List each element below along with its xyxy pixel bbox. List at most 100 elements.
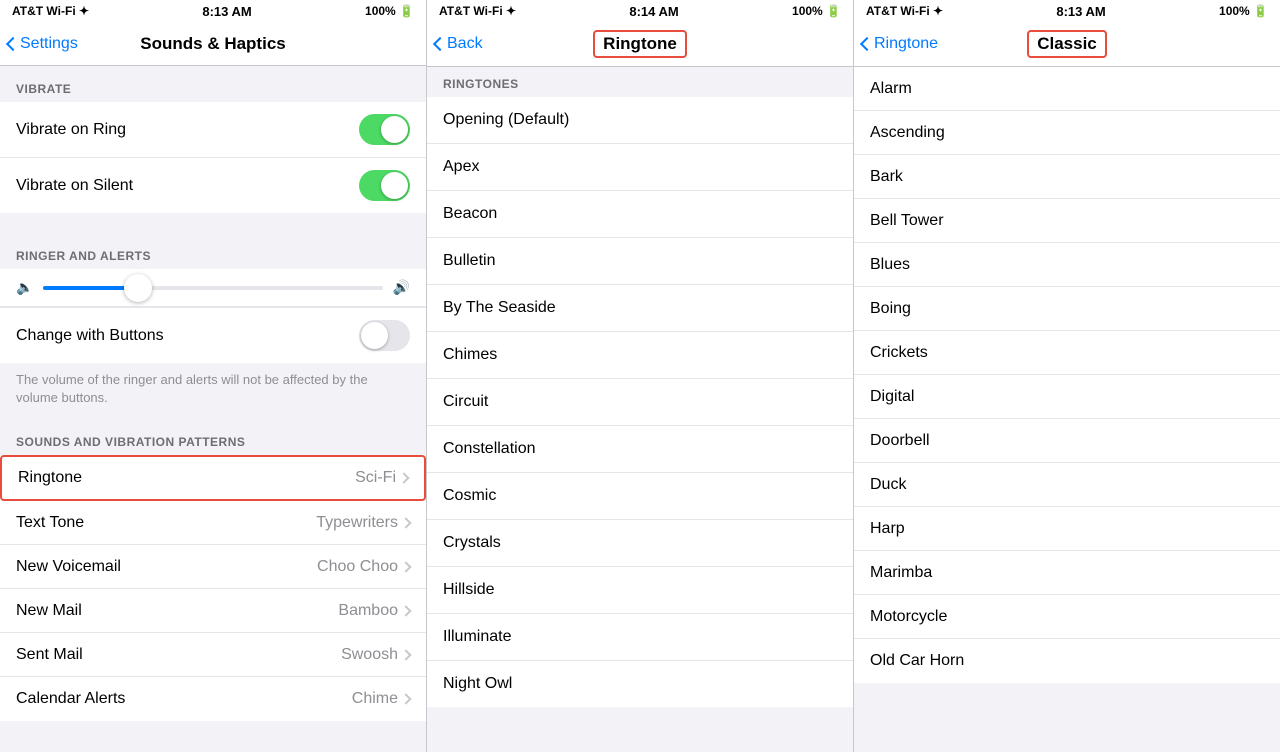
ringtone-list-item[interactable]: Beacon bbox=[427, 191, 853, 238]
change-with-buttons-item[interactable]: Change with Buttons bbox=[0, 307, 426, 363]
back-label-1: Settings bbox=[20, 35, 78, 53]
ringtone-item-label: By The Seaside bbox=[443, 299, 556, 317]
status-left-3: AT&T Wi-Fi ✦ bbox=[866, 4, 943, 18]
vibrate-list: Vibrate on Ring Vibrate on Silent bbox=[0, 102, 426, 213]
ringtone-list-item[interactable]: Apex bbox=[427, 144, 853, 191]
classic-item-label: Blues bbox=[870, 256, 910, 274]
classic-list-item[interactable]: Ascending bbox=[854, 111, 1280, 155]
ringtone-list-item[interactable]: Crystals bbox=[427, 520, 853, 567]
volume-slider-area[interactable]: 🔈 🔊 bbox=[0, 269, 426, 307]
carrier-3: AT&T Wi-Fi ✦ bbox=[866, 4, 943, 18]
classic-list-item[interactable]: Motorcycle bbox=[854, 595, 1280, 639]
ringtone-list-item[interactable]: Night Owl bbox=[427, 661, 853, 707]
volume-low-icon: 🔈 bbox=[16, 279, 33, 296]
new-voicemail-label: New Voicemail bbox=[16, 558, 121, 576]
ringtone-item-label: Circuit bbox=[443, 393, 488, 411]
classic-list-item[interactable]: Boing bbox=[854, 287, 1280, 331]
classic-item-label: Boing bbox=[870, 300, 911, 318]
text-tone-item[interactable]: Text Tone Typewriters bbox=[0, 501, 426, 545]
classic-list-item[interactable]: Bell Tower bbox=[854, 199, 1280, 243]
status-bar-3: AT&T Wi-Fi ✦ 8:13 AM 100% 🔋 bbox=[854, 0, 1280, 22]
back-button-3[interactable]: Ringtone bbox=[862, 35, 938, 53]
classic-list-item[interactable]: Marimba bbox=[854, 551, 1280, 595]
classic-list-item[interactable]: Blues bbox=[854, 243, 1280, 287]
calendar-alerts-item[interactable]: Calendar Alerts Chime bbox=[0, 677, 426, 721]
content-2: RINGTONES Opening (Default) ApexBeaconBul… bbox=[427, 67, 853, 752]
classics-list: Alarm Ascending Bark Bell Tower Blues Boing Cr… bbox=[854, 67, 1280, 683]
change-with-buttons-toggle[interactable] bbox=[359, 320, 410, 351]
classic-item-label: Motorcycle bbox=[870, 608, 947, 626]
classic-item-label: Old Car Horn bbox=[870, 652, 964, 670]
ringer-list: 🔈 🔊 Change with Buttons bbox=[0, 269, 426, 363]
volume-slider-track[interactable] bbox=[43, 286, 382, 290]
classic-list-item[interactable]: Alarm bbox=[854, 67, 1280, 111]
classic-list-item[interactable]: Harp bbox=[854, 507, 1280, 551]
ringtones-section-label: RINGTONES bbox=[427, 67, 853, 97]
sent-mail-item[interactable]: Sent Mail Swoosh bbox=[0, 633, 426, 677]
new-mail-item[interactable]: New Mail Bamboo bbox=[0, 589, 426, 633]
ringtone-list-item[interactable]: Bulletin bbox=[427, 238, 853, 285]
ringtone-item-label: Crystals bbox=[443, 534, 501, 552]
calendar-alerts-label: Calendar Alerts bbox=[16, 690, 125, 708]
classic-item-label: Harp bbox=[870, 520, 905, 538]
classic-item-label: Bell Tower bbox=[870, 212, 944, 230]
new-voicemail-chevron bbox=[400, 561, 411, 572]
back-button-2[interactable]: Back bbox=[435, 35, 483, 53]
gap-1 bbox=[0, 213, 426, 233]
nav-bar-3: Ringtone Classic bbox=[854, 22, 1280, 67]
back-label-2: Back bbox=[447, 35, 483, 53]
vibrate-ring-toggle[interactable] bbox=[359, 114, 410, 145]
vibrate-silent-toggle[interactable] bbox=[359, 170, 410, 201]
cwb-note: The volume of the ringer and alerts will… bbox=[0, 363, 426, 419]
battery-1: 100% 🔋 bbox=[365, 4, 414, 18]
new-voicemail-item[interactable]: New Voicemail Choo Choo bbox=[0, 545, 426, 589]
vibrate-ring-label: Vibrate on Ring bbox=[16, 121, 126, 139]
ringtones-list: Opening (Default) ApexBeaconBulletin By Th… bbox=[427, 97, 853, 707]
nav-title-3: Classic bbox=[1027, 30, 1107, 58]
text-tone-label: Text Tone bbox=[16, 514, 84, 532]
ringtone-list-item[interactable]: Opening (Default) bbox=[427, 97, 853, 144]
calendar-alerts-value: Chime bbox=[352, 690, 410, 708]
ringtone-item-label: Hillside bbox=[443, 581, 495, 599]
classic-item-label: Doorbell bbox=[870, 432, 930, 450]
carrier-2: AT&T Wi-Fi ✦ bbox=[439, 4, 516, 18]
ringtone-list-item[interactable]: Constellation bbox=[427, 426, 853, 473]
panel-classic: AT&T Wi-Fi ✦ 8:13 AM 100% 🔋 Ringtone Cla… bbox=[854, 0, 1280, 752]
classic-list-item[interactable]: Crickets bbox=[854, 331, 1280, 375]
volume-slider-thumb[interactable] bbox=[124, 274, 152, 302]
vibrate-section-header: VIBRATE bbox=[0, 66, 426, 102]
classic-list-item[interactable]: Duck bbox=[854, 463, 1280, 507]
vibrate-ring-item[interactable]: Vibrate on Ring bbox=[0, 102, 426, 158]
status-left-2: AT&T Wi-Fi ✦ bbox=[439, 4, 516, 18]
change-with-buttons-label: Change with Buttons bbox=[16, 327, 164, 345]
text-tone-chevron bbox=[400, 517, 411, 528]
new-voicemail-value: Choo Choo bbox=[317, 558, 410, 576]
calendar-alerts-chevron bbox=[400, 694, 411, 705]
ringtone-list-item[interactable]: Hillside bbox=[427, 567, 853, 614]
classic-item-label: Digital bbox=[870, 388, 914, 406]
ringtone-item[interactable]: Ringtone Sci-Fi bbox=[0, 455, 426, 501]
sounds-list: Ringtone Sci-Fi Text Tone Typewriters Ne… bbox=[0, 455, 426, 721]
chevron-left-icon-3 bbox=[860, 37, 874, 51]
vibrate-silent-item[interactable]: Vibrate on Silent bbox=[0, 158, 426, 213]
sent-mail-label: Sent Mail bbox=[16, 646, 83, 664]
classic-item-label: Ascending bbox=[870, 124, 945, 142]
classic-list-item[interactable]: Digital bbox=[854, 375, 1280, 419]
status-bar-1: AT&T Wi-Fi ✦ 8:13 AM 100% 🔋 bbox=[0, 0, 426, 22]
back-button-1[interactable]: Settings bbox=[8, 35, 78, 53]
ringtone-list-item[interactable]: Cosmic bbox=[427, 473, 853, 520]
ringtone-chevron bbox=[398, 473, 409, 484]
sent-mail-chevron bbox=[400, 649, 411, 660]
ringtone-list-item[interactable]: Illuminate bbox=[427, 614, 853, 661]
classic-list-item[interactable]: Bark bbox=[854, 155, 1280, 199]
new-mail-label: New Mail bbox=[16, 602, 82, 620]
ringtone-list-item[interactable]: Circuit bbox=[427, 379, 853, 426]
classic-list-item[interactable]: Old Car Horn bbox=[854, 639, 1280, 683]
chevron-left-icon-1 bbox=[6, 36, 20, 50]
classic-list-item[interactable]: Doorbell bbox=[854, 419, 1280, 463]
ringtone-item-label: Opening (Default) bbox=[443, 111, 569, 129]
ringtone-list-item[interactable]: By The Seaside bbox=[427, 285, 853, 332]
ringtone-item-label: Constellation bbox=[443, 440, 536, 458]
ringtone-list-item[interactable]: Chimes bbox=[427, 332, 853, 379]
time-1: 8:13 AM bbox=[202, 4, 251, 19]
